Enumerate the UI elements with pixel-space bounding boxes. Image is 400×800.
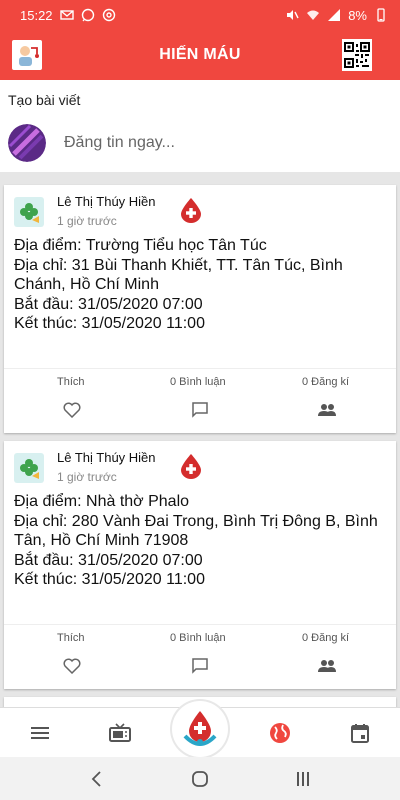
battery-percent: 8% <box>348 7 367 23</box>
system-nav-bar <box>0 757 400 800</box>
post-address: Địa chỉ: 31 Bùi Thanh Khiết, TT. Tân Túc… <box>14 256 343 294</box>
heart-icon[interactable] <box>62 656 82 676</box>
post-actions <box>4 656 396 676</box>
post-start: Bắt đầu: 31/05/2020 07:00 <box>14 295 203 313</box>
post-start: Bắt đầu: 31/05/2020 07:00 <box>14 551 203 569</box>
author-avatar <box>14 453 44 483</box>
blood-drop-icon <box>179 453 203 484</box>
heart-icon[interactable] <box>62 400 82 420</box>
blood-donation-logo[interactable] <box>172 701 228 757</box>
comment-icon[interactable] <box>190 400 210 420</box>
divider <box>4 624 396 625</box>
menu-icon[interactable] <box>27 720 53 746</box>
back-icon[interactable] <box>84 767 108 791</box>
bottom-nav <box>0 701 400 757</box>
recents-icon[interactable] <box>291 767 315 791</box>
current-user-avatar <box>8 124 46 162</box>
comment-count: 0 Bình luận <box>170 376 226 388</box>
at-sign-icon <box>102 8 116 22</box>
register-count: 0 Đăng kí <box>302 632 350 644</box>
post-time: 1 giờ trước <box>57 214 117 228</box>
author-avatar <box>14 197 44 227</box>
post-time: 1 giờ trước <box>57 470 117 484</box>
post-address: Địa chỉ: 280 Vành Đai Trong, Bình Trị Đô… <box>14 512 378 550</box>
create-post-panel: Tạo bài viết Đăng tin ngay... <box>0 80 400 172</box>
status-time: 15:22 <box>20 7 53 23</box>
comment-icon[interactable] <box>190 656 210 676</box>
user-avatar-icon[interactable] <box>12 40 42 70</box>
group-icon[interactable] <box>317 400 337 420</box>
whatsapp-icon <box>81 8 95 22</box>
globe-icon[interactable] <box>267 720 293 746</box>
blood-drop-icon <box>179 197 203 228</box>
calendar-icon[interactable] <box>347 720 373 746</box>
comment-count: 0 Bình luận <box>170 632 226 644</box>
register-count: 0 Đăng kí <box>302 376 350 388</box>
group-icon[interactable] <box>317 656 337 676</box>
status-bar: 15:22 8% <box>0 0 400 30</box>
post-card: Lê Thị Thúy Hiền 1 giờ trước Địa điểm: T… <box>4 185 396 433</box>
like-label: Thích <box>57 632 85 644</box>
post-location: Địa điểm: Nhà thờ Phalo <box>14 493 190 510</box>
signal-icon <box>327 8 341 22</box>
post-end: Kết thúc: 31/05/2020 11:00 <box>14 315 205 332</box>
battery-icon <box>374 8 388 22</box>
divider <box>4 368 396 369</box>
post-location: Địa điểm: Trường Tiểu học Tân Túc <box>14 237 267 254</box>
qr-code-icon[interactable] <box>342 39 372 71</box>
post-author[interactable]: Lê Thị Thúy Hiền <box>57 194 156 209</box>
mute-icon <box>285 8 299 22</box>
create-post-label: Tạo bài viết <box>8 92 81 108</box>
post-actions <box>4 400 396 420</box>
post-body: Địa điểm: Nhà thờ Phalo Địa chỉ: 280 Vàn… <box>14 492 386 590</box>
wifi-icon <box>306 8 320 22</box>
post-body: Địa điểm: Trường Tiểu học Tân Túc Địa ch… <box>14 236 386 334</box>
mail-icon <box>59 8 74 22</box>
post-card: Lê Thị Thúy Hiền 1 giờ trước Địa điểm: N… <box>4 441 396 689</box>
app-title: HIẾN MÁU <box>159 46 241 63</box>
post-input[interactable]: Đăng tin ngay... <box>64 134 175 152</box>
like-label: Thích <box>57 376 85 388</box>
home-icon[interactable] <box>188 767 212 791</box>
post-end: Kết thúc: 31/05/2020 11:00 <box>14 571 205 588</box>
app-bar: HIẾN MÁU <box>0 30 400 80</box>
post-author[interactable]: Lê Thị Thúy Hiền <box>57 450 156 465</box>
tv-icon[interactable] <box>107 720 133 746</box>
